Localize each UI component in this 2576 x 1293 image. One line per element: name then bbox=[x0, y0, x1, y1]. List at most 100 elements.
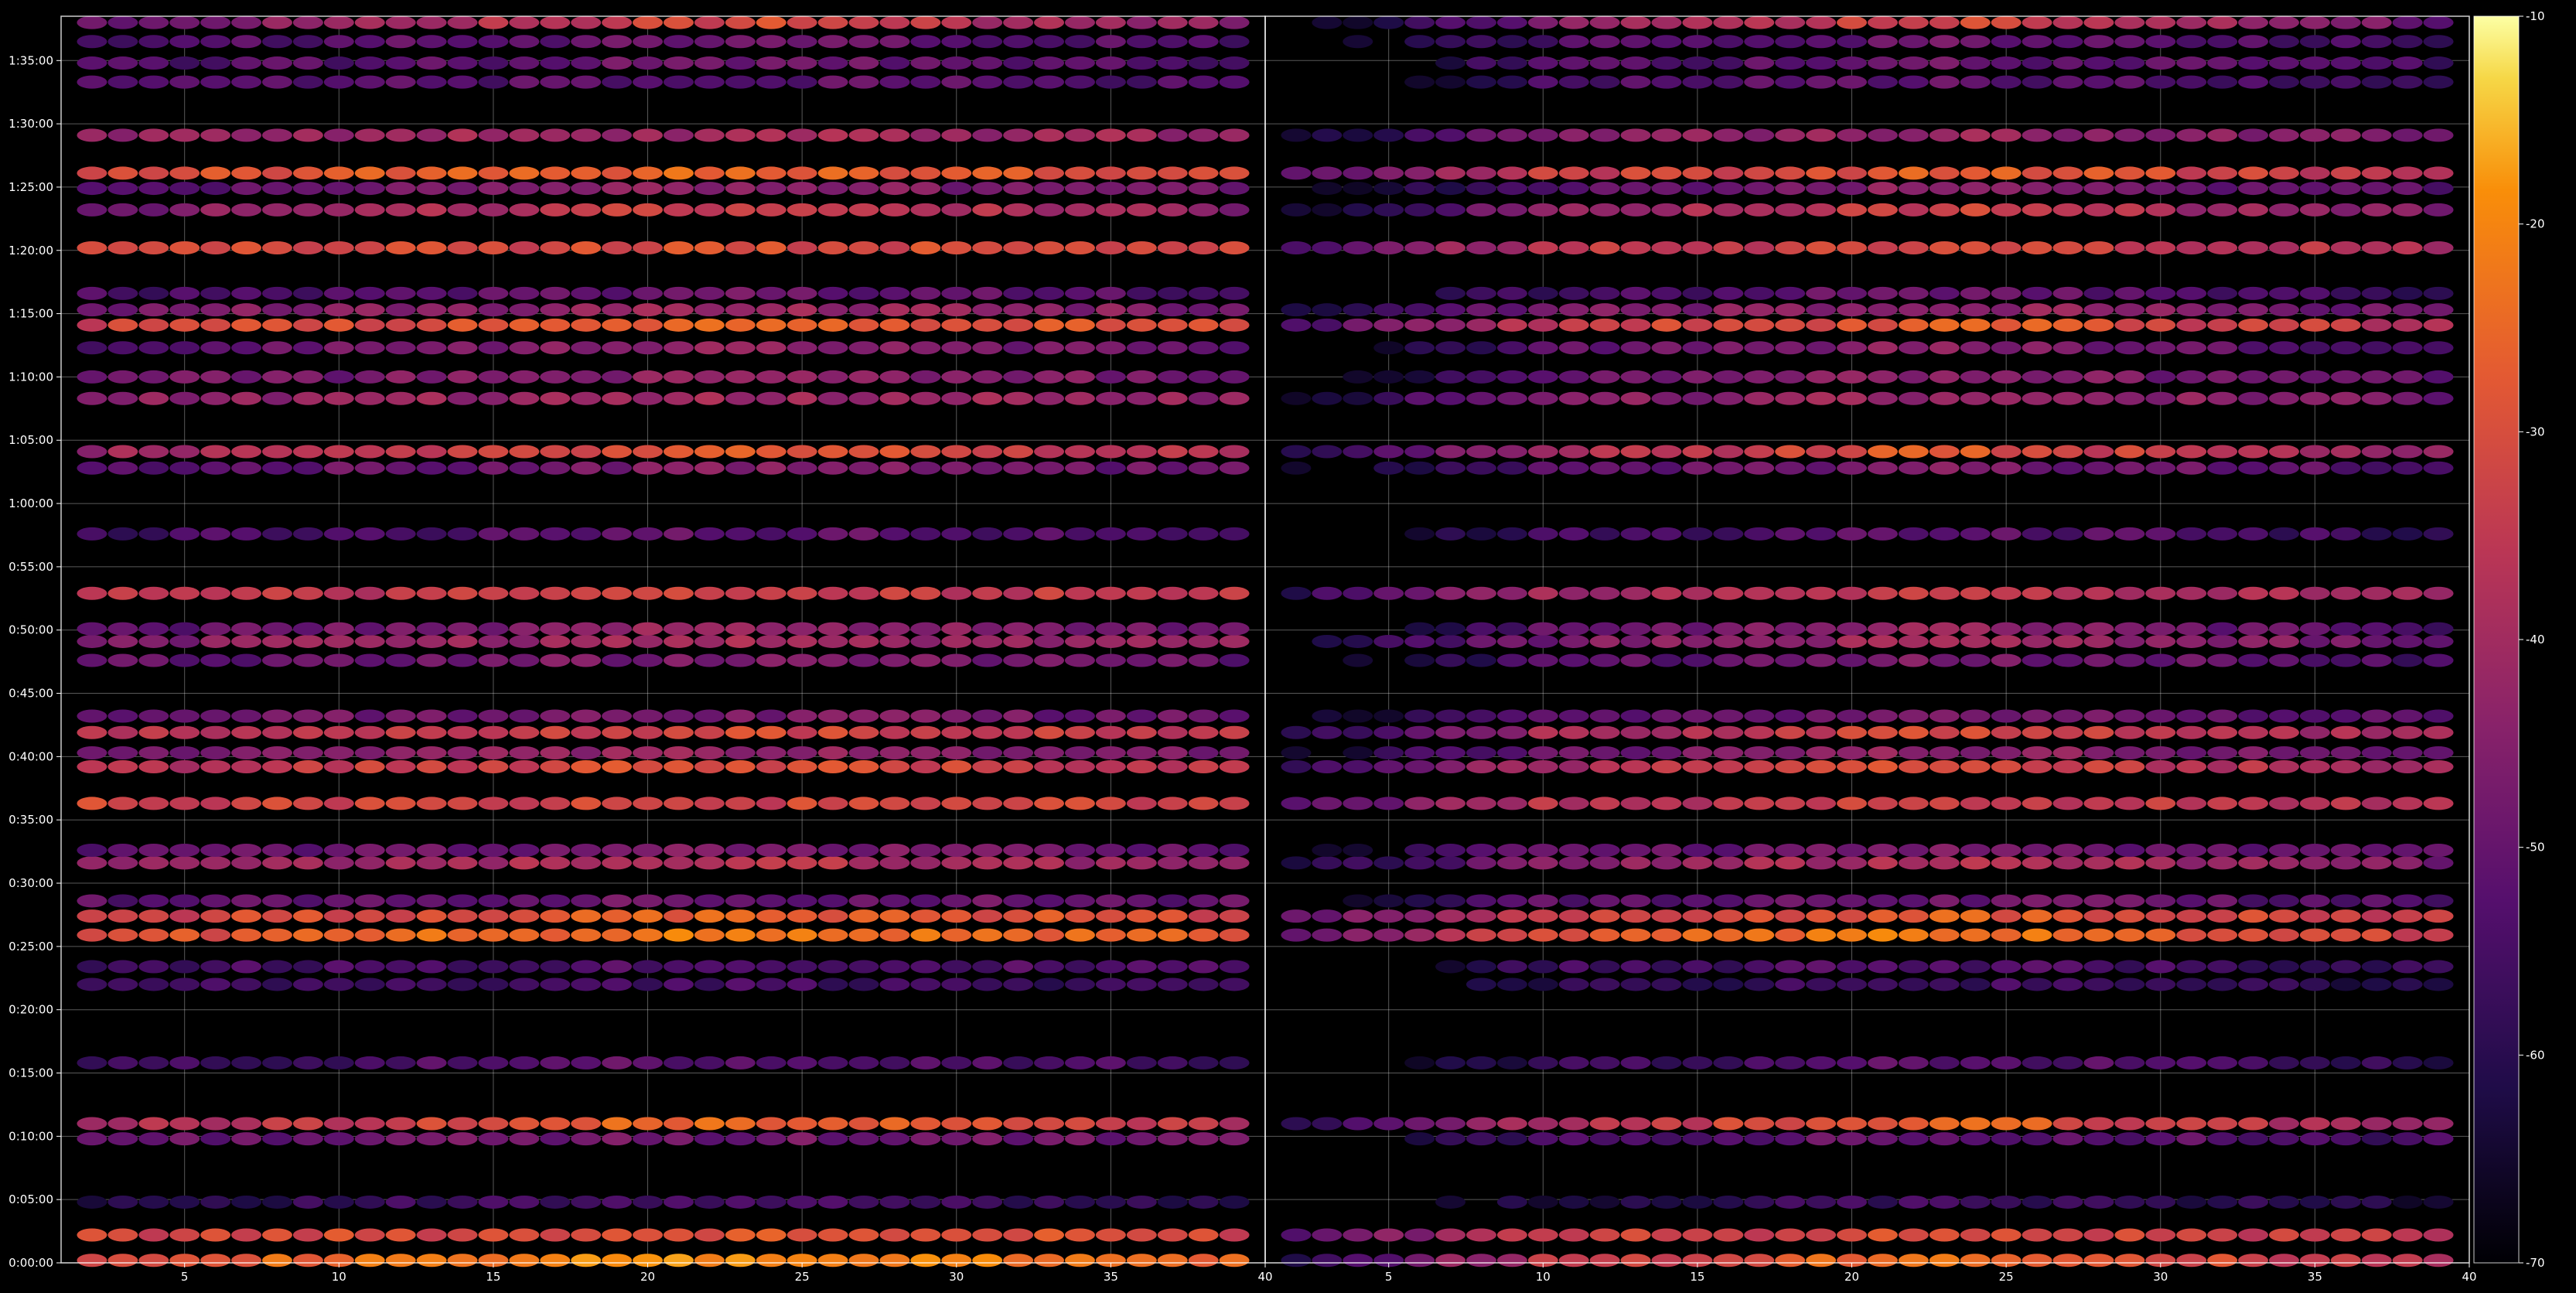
heat-cell bbox=[817, 894, 848, 908]
heat-cell bbox=[1651, 182, 1682, 196]
heat-cell bbox=[1157, 725, 1188, 739]
heat-cell bbox=[1281, 461, 1312, 475]
heat-cell bbox=[1929, 960, 1960, 974]
heat-cell bbox=[354, 75, 385, 89]
heat-cell bbox=[786, 634, 817, 648]
heat-cell bbox=[602, 1132, 633, 1146]
heat-cell bbox=[1064, 166, 1095, 180]
heat-cell bbox=[107, 128, 138, 142]
heat-cell bbox=[1157, 759, 1188, 773]
heat-cell bbox=[2423, 1195, 2454, 1209]
heat-cell bbox=[2238, 797, 2269, 810]
heat-cell bbox=[1960, 586, 1991, 600]
heat-cell bbox=[1496, 303, 1527, 317]
heat-cell bbox=[1003, 75, 1034, 89]
heat-cell bbox=[602, 634, 633, 648]
heat-cell bbox=[2299, 977, 2330, 991]
heat-cell bbox=[1713, 634, 1744, 648]
heat-cell bbox=[2268, 241, 2299, 254]
heat-cell bbox=[1558, 203, 1589, 217]
heat-cell bbox=[1312, 1117, 1343, 1131]
heat-cell bbox=[540, 203, 571, 217]
heat-cell bbox=[786, 1195, 817, 1209]
heat-cell bbox=[1034, 797, 1065, 810]
heat-cell bbox=[77, 928, 107, 942]
heat-cell bbox=[1837, 709, 1868, 723]
heat-cell bbox=[169, 1117, 200, 1131]
heat-cell bbox=[1744, 15, 1775, 29]
heat-cell bbox=[1527, 15, 1558, 29]
heat-cell bbox=[663, 527, 694, 541]
heat-cell bbox=[1312, 182, 1343, 196]
heat-cell bbox=[571, 634, 602, 648]
heat-cell bbox=[2330, 653, 2361, 667]
heat-cell bbox=[972, 759, 1003, 773]
y-tick-label: 0:35:00 bbox=[9, 813, 53, 827]
heat-cell bbox=[107, 445, 138, 459]
heat-cell bbox=[2299, 928, 2330, 942]
heat-cell bbox=[1095, 725, 1126, 739]
heat-cell bbox=[2299, 894, 2330, 908]
heat-cell bbox=[1343, 1254, 1373, 1267]
heat-cell bbox=[385, 634, 416, 648]
heat-cell bbox=[2268, 35, 2299, 49]
heat-cell bbox=[169, 759, 200, 773]
heat-cell bbox=[1991, 634, 2022, 648]
heat-cell bbox=[2083, 928, 2114, 942]
heat-cell bbox=[540, 856, 571, 870]
heat-cell bbox=[107, 709, 138, 723]
heat-cell bbox=[323, 35, 354, 49]
heat-cell bbox=[2052, 370, 2083, 384]
heat-cell bbox=[169, 745, 200, 759]
heat-cell bbox=[2022, 634, 2052, 648]
heat-cell bbox=[602, 759, 633, 773]
heat-cell bbox=[817, 75, 848, 89]
heat-cell bbox=[1312, 928, 1343, 942]
heat-cell bbox=[1157, 75, 1188, 89]
y-tick-label: 1:15:00 bbox=[9, 307, 53, 321]
heat-cell bbox=[1713, 622, 1744, 636]
heat-cell bbox=[972, 1195, 1003, 1209]
heat-cell bbox=[1867, 370, 1898, 384]
heat-cell bbox=[231, 586, 262, 600]
heat-cell bbox=[1095, 1132, 1126, 1146]
heat-cell bbox=[694, 35, 725, 49]
heat-cell bbox=[1806, 709, 1837, 723]
heat-cell bbox=[941, 445, 972, 459]
heat-cell bbox=[1343, 370, 1373, 384]
heat-cell bbox=[2207, 1195, 2238, 1209]
heat-cell bbox=[447, 634, 478, 648]
heat-cell bbox=[2022, 203, 2052, 217]
heat-cell bbox=[261, 745, 292, 759]
heat-cell bbox=[2207, 203, 2238, 217]
heat-cell bbox=[1435, 35, 1466, 49]
heat-cell bbox=[2176, 391, 2207, 405]
heat-cell bbox=[1435, 303, 1466, 317]
heat-cell bbox=[1929, 928, 1960, 942]
heat-cell bbox=[1527, 461, 1558, 475]
heat-cell bbox=[1157, 634, 1188, 648]
heat-cell bbox=[1126, 35, 1157, 49]
heat-cell bbox=[1034, 1228, 1065, 1242]
heat-cell bbox=[2052, 391, 2083, 405]
heat-cell bbox=[1775, 759, 1806, 773]
heat-cell bbox=[1960, 1132, 1991, 1146]
heat-cell bbox=[941, 1056, 972, 1070]
heat-cell bbox=[1682, 709, 1713, 723]
heat-cell bbox=[354, 909, 385, 923]
heat-cell bbox=[2207, 1056, 2238, 1070]
heat-cell bbox=[910, 634, 941, 648]
heat-cell bbox=[1404, 75, 1435, 89]
heat-cell bbox=[478, 856, 509, 870]
heat-cell bbox=[725, 960, 756, 974]
heat-cell bbox=[1219, 894, 1250, 908]
heat-cell bbox=[1929, 318, 1960, 332]
heat-cell bbox=[261, 15, 292, 29]
heat-cell bbox=[1465, 960, 1496, 974]
heat-cell bbox=[1682, 928, 1713, 942]
heat-cell bbox=[1806, 797, 1837, 810]
heat-cell bbox=[1837, 1228, 1868, 1242]
heat-cell bbox=[2299, 725, 2330, 739]
heat-cell bbox=[1651, 1254, 1682, 1267]
heat-cell bbox=[1837, 286, 1868, 300]
